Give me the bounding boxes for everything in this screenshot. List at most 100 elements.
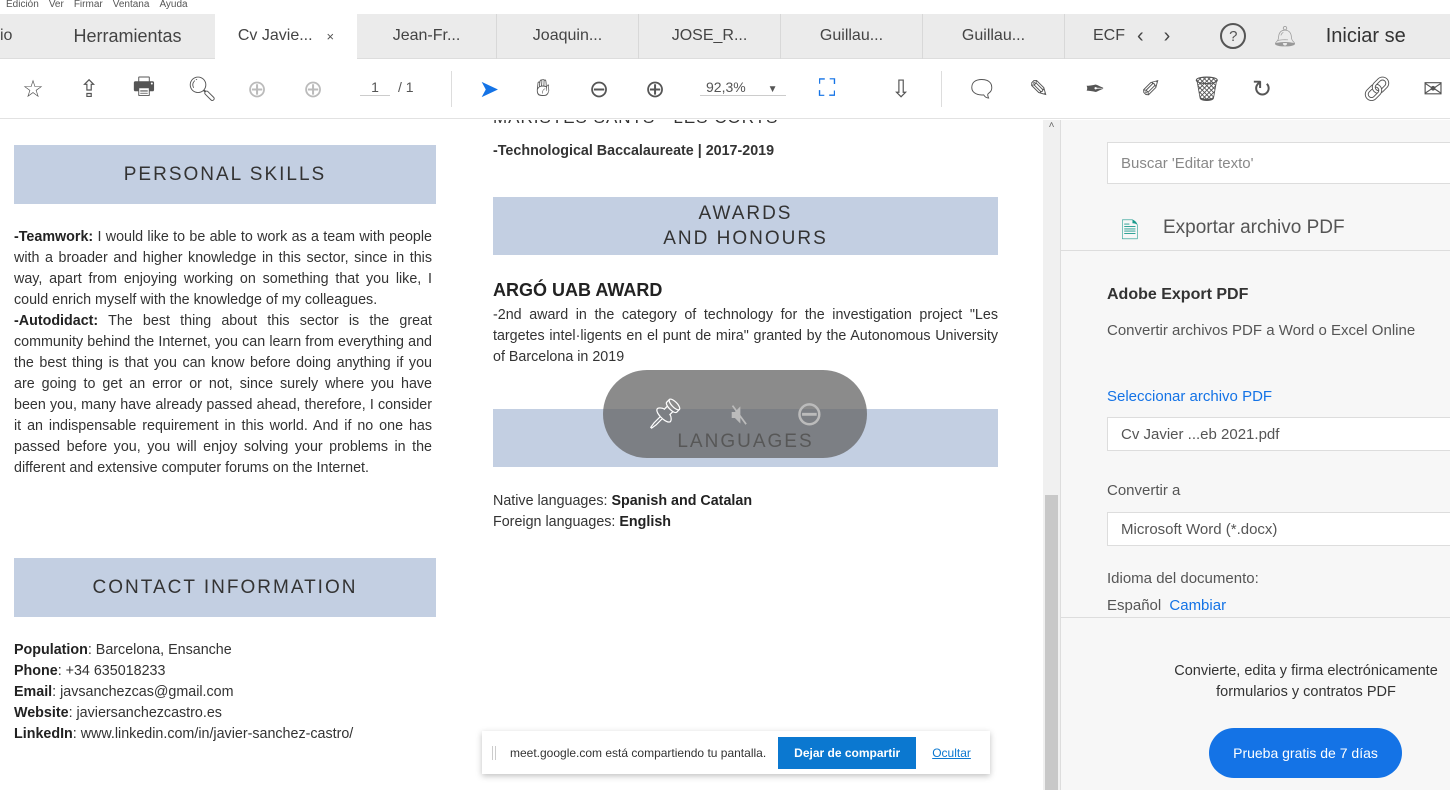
tab-doc[interactable]: Joaquin... bbox=[497, 13, 639, 59]
languages-text: Native languages: Spanish and Catalan Fo… bbox=[493, 491, 998, 533]
contact-list: Population: Barcelona, Ensanche Phone: +… bbox=[14, 640, 444, 745]
scrollbar[interactable]: ˄ bbox=[1043, 120, 1060, 790]
drag-handle[interactable] bbox=[492, 745, 496, 760]
teamwork-label: -Teamwork: bbox=[14, 229, 94, 245]
bell-icon[interactable]: 🔔︎ bbox=[1272, 24, 1297, 49]
scrollbar-thumb[interactable] bbox=[1045, 495, 1058, 790]
select-file-link[interactable]: Seleccionar archivo PDF bbox=[1107, 388, 1272, 405]
tab-label: Cv Javie... bbox=[237, 27, 313, 44]
foreign-languages: English bbox=[619, 514, 672, 530]
remove-icon[interactable]: ⊖ bbox=[795, 394, 824, 434]
page-total: / 1 bbox=[398, 79, 414, 95]
awards-line2: AND HONOURS bbox=[663, 228, 828, 249]
contact-label: Population bbox=[14, 642, 88, 658]
section-contact: CONTACT INFORMATION bbox=[14, 558, 436, 617]
menu-ayuda[interactable]: Ayuda bbox=[159, 0, 187, 14]
fit-page-icon[interactable]: ⛶ bbox=[812, 74, 842, 104]
sign-in-link[interactable]: Iniciar se bbox=[1326, 25, 1406, 48]
award-title: ARGÓ UAB AWARD bbox=[493, 280, 663, 300]
share-message: meet.google.com está compartiendo tu pan… bbox=[510, 745, 767, 760]
contact-label: Phone bbox=[14, 663, 58, 679]
star-icon[interactable]: ☆ bbox=[18, 74, 48, 104]
select-cursor-icon[interactable]: ➤ bbox=[474, 74, 504, 104]
divider bbox=[941, 71, 942, 107]
tab-doc[interactable]: ECF bbox=[1065, 14, 1125, 59]
zoom-select[interactable]: 92,3% ▼ bbox=[700, 79, 786, 96]
section-personal-skills: PERSONAL SKILLS bbox=[14, 145, 436, 204]
comment-icon[interactable]: 🗨︎ bbox=[967, 74, 997, 104]
zoom-in-icon[interactable]: ⊕ bbox=[640, 74, 670, 104]
native-languages: Spanish and Catalan bbox=[611, 493, 753, 509]
change-language-link[interactable]: Cambiar bbox=[1169, 597, 1226, 614]
contact-item: Website: javiersanchezcastro.es bbox=[14, 703, 444, 724]
page-up-icon[interactable]: ⊕ bbox=[242, 74, 272, 104]
contact-label: Website bbox=[14, 705, 69, 721]
language-value: Español Cambiar bbox=[1107, 597, 1226, 614]
contact-item: Phone: +34 635018233 bbox=[14, 661, 444, 682]
export-pdf-icon: 🗎︎ bbox=[1121, 218, 1139, 243]
native-label: Native languages: bbox=[493, 493, 612, 509]
baccalaureate: -Technological Baccalaureate | 2017-2019 bbox=[493, 143, 775, 159]
edit-pdf-icon[interactable]: ✐ bbox=[1136, 74, 1166, 104]
share-link-icon[interactable]: 🔗︎ bbox=[1362, 74, 1392, 104]
menu-firmar[interactable]: Firmar bbox=[74, 0, 103, 14]
chevron-left-icon[interactable]: ‹ bbox=[1137, 25, 1144, 48]
print-icon[interactable]: 🖶︎ bbox=[129, 73, 159, 104]
tab-doc[interactable]: Guillau... bbox=[781, 13, 923, 59]
email-icon[interactable]: ✉︎ bbox=[1418, 74, 1448, 104]
tab-doc[interactable]: Guillau... bbox=[923, 13, 1065, 59]
awards-line1: AWARDS bbox=[698, 203, 793, 224]
stop-sharing-button[interactable]: Dejar de compartir bbox=[778, 736, 917, 769]
tab-cv-javier[interactable]: Cv Javie... × bbox=[215, 13, 357, 59]
mute-icon[interactable]: 🔇︎ bbox=[731, 398, 749, 431]
contact-label: Email bbox=[14, 684, 53, 700]
page-down-icon[interactable]: ⊕ bbox=[298, 74, 328, 104]
document-view[interactable]: PERSONAL SKILLS -Teamwork: I would like … bbox=[0, 120, 1043, 790]
hand-icon[interactable]: ✋︎ bbox=[528, 74, 558, 104]
selected-file[interactable]: Cv Javier ...eb 2021.pdf bbox=[1107, 417, 1450, 451]
free-trial-button[interactable]: Prueba gratis de 7 días bbox=[1209, 728, 1402, 778]
section-awards: AWARDS AND HONOURS bbox=[493, 197, 998, 255]
close-icon[interactable]: × bbox=[327, 29, 335, 44]
zoom-out-icon[interactable]: ⊖ bbox=[584, 74, 614, 104]
export-title[interactable]: Exportar archivo PDF bbox=[1163, 217, 1345, 239]
cloud-upload-icon[interactable]: ⇪ bbox=[74, 74, 104, 104]
contact-value: : www.linkedin.com/in/javier-sanchez-cas… bbox=[72, 726, 354, 742]
contact-value: : +34 635018233 bbox=[57, 663, 166, 679]
menu-ventana[interactable]: Ventana bbox=[113, 0, 150, 14]
dropdown-icon: ▼ bbox=[767, 84, 778, 95]
search-zoom-icon[interactable]: 🔍︎ bbox=[187, 74, 217, 104]
tab-bar: io Herramientas Cv Javie... × Jean-Fr... … bbox=[0, 13, 1450, 59]
autodidact-label: -Autodidact: bbox=[14, 313, 99, 329]
menu-edicion[interactable]: Edición bbox=[6, 0, 39, 14]
contact-label: LinkedIn bbox=[14, 726, 73, 742]
promo-text: Convierte, edita y firma electrónicament… bbox=[1174, 663, 1438, 700]
chevron-right-icon[interactable]: › bbox=[1164, 25, 1171, 48]
format-select[interactable]: Microsoft Word (*.docx) bbox=[1107, 512, 1450, 546]
tab-home[interactable]: io bbox=[0, 14, 40, 59]
unpin-icon[interactable]: 📌︎ bbox=[646, 397, 684, 432]
tab-tools[interactable]: Herramientas bbox=[40, 14, 215, 59]
menu-ver[interactable]: Ver bbox=[49, 0, 64, 14]
zoom-value: 92,3% bbox=[706, 79, 746, 95]
search-tools-input[interactable]: Buscar 'Editar texto' bbox=[1107, 142, 1450, 184]
sign-icon[interactable]: ✒︎ bbox=[1080, 74, 1110, 104]
scroll-up-icon[interactable]: ˄ bbox=[1043, 120, 1060, 131]
scroll-mode-icon[interactable]: ⇩ bbox=[886, 74, 916, 104]
foreign-label: Foreign languages: bbox=[493, 514, 620, 530]
contact-value: : javiersanchezcastro.es bbox=[68, 705, 222, 721]
school-name: MARISTES SANTS - LES CORTS bbox=[493, 120, 778, 128]
page-number-input[interactable]: 1 bbox=[360, 79, 390, 96]
help-icon[interactable]: ? bbox=[1220, 23, 1247, 49]
contact-value: : Barcelona, Ensanche bbox=[87, 642, 232, 658]
meet-controls-overlay: 📌︎ 🔇︎ ⊖ bbox=[603, 370, 867, 458]
trash-icon[interactable]: 🗑︎ bbox=[1192, 74, 1222, 104]
rotate-icon[interactable]: ↻ bbox=[1247, 74, 1277, 104]
tab-doc[interactable]: JOSE_R... bbox=[639, 13, 781, 59]
tab-doc[interactable]: Jean-Fr... bbox=[357, 13, 497, 59]
contact-item: LinkedIn: www.linkedin.com/in/javier-san… bbox=[14, 724, 444, 745]
hide-link[interactable]: Ocultar bbox=[932, 746, 971, 760]
right-panel: Buscar 'Editar texto' 🗎︎ Exportar archiv… bbox=[1060, 120, 1450, 790]
divider bbox=[451, 71, 452, 107]
highlight-icon[interactable]: ✎ bbox=[1024, 74, 1054, 104]
